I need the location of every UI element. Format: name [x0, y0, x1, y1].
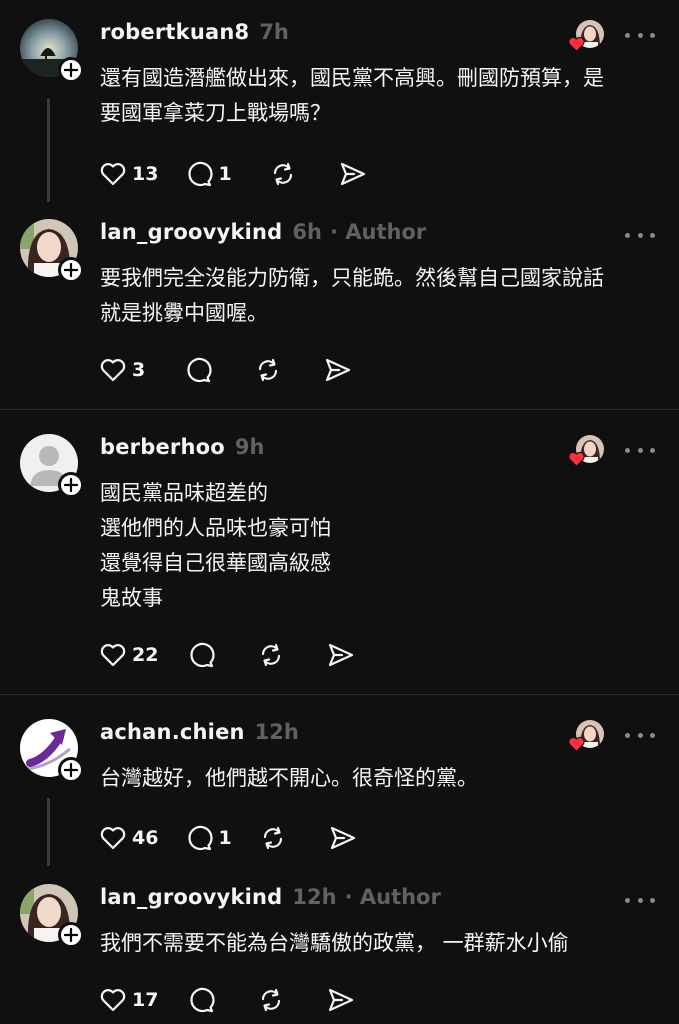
action-bar: 22 — [98, 639, 382, 671]
post-text: 要我們完全沒能力防衛，只能跪。然後幫自己國家說話 就是挑釁中國喔。 — [100, 266, 604, 325]
avatar[interactable] — [20, 19, 84, 83]
post-text: 我們不需要不能為台灣驕傲的政黨， 一群薪水小偷 — [100, 931, 569, 955]
like-button[interactable]: 46 — [98, 822, 158, 854]
repost-icon — [262, 988, 281, 1012]
timestamp: 12h — [292, 885, 337, 909]
repost-icon — [273, 162, 292, 186]
share-button[interactable] — [328, 822, 358, 854]
share-button[interactable] — [338, 158, 368, 190]
post-text: 國民黨品味超差的 選他們的人品味也豪可怕 還覺得自己很華國高級感 鬼故事 — [100, 481, 331, 610]
action-bar: 46 1 — [98, 822, 384, 854]
more-options-icon[interactable] — [625, 895, 655, 905]
action-bar: 17 — [98, 984, 382, 1016]
repost-button[interactable] — [258, 822, 288, 854]
username[interactable]: berberhoo — [100, 435, 225, 459]
like-count: 22 — [132, 644, 159, 666]
comment-icon — [188, 825, 214, 851]
heart-outline-icon — [100, 644, 126, 667]
avatar[interactable] — [20, 219, 84, 283]
like-count: 17 — [132, 989, 159, 1011]
reply-count: 1 — [218, 827, 232, 849]
avatar[interactable] — [20, 719, 84, 783]
action-bar: 13 1 — [98, 158, 394, 190]
repost-button[interactable] — [253, 354, 283, 386]
like-count: 46 — [132, 827, 159, 849]
like-count: 3 — [132, 359, 146, 381]
reply-count: 1 — [218, 163, 232, 185]
author-label: · Author — [329, 220, 427, 244]
send-icon — [329, 988, 354, 1012]
follow-plus-icon[interactable] — [58, 257, 84, 283]
like-button[interactable]: 22 — [98, 639, 158, 671]
repost-icon — [262, 643, 281, 667]
heart-outline-icon — [100, 827, 126, 850]
thread-connector — [47, 798, 50, 866]
divider — [0, 409, 679, 410]
follow-plus-icon[interactable] — [58, 57, 84, 83]
more-options-icon[interactable] — [625, 730, 655, 740]
comment-icon — [190, 642, 216, 668]
repost-button[interactable] — [256, 639, 286, 671]
comment-icon — [188, 161, 214, 187]
author-label: · Author — [344, 885, 441, 909]
heart-outline-icon — [100, 359, 126, 382]
liked-by-author-badge — [568, 720, 604, 752]
timestamp: 12h — [254, 720, 299, 744]
repost-icon — [259, 358, 278, 382]
heart-outline-icon — [100, 163, 126, 186]
thread-connector — [47, 98, 50, 202]
like-count: 13 — [132, 163, 159, 185]
heart-outline-icon — [100, 989, 126, 1012]
repost-button[interactable] — [268, 158, 298, 190]
send-icon — [340, 162, 365, 186]
share-button[interactable] — [326, 639, 356, 671]
like-button[interactable]: 3 — [98, 354, 145, 386]
heart-icon — [568, 451, 585, 467]
username[interactable]: achan.chien — [100, 720, 245, 744]
more-options-icon[interactable] — [625, 230, 655, 240]
send-icon — [326, 358, 351, 382]
replies-feed: robertkuan8 7h 還有國造潛艦做出來，國民黨不高興。刪國防預算，是 … — [0, 0, 679, 1024]
like-button[interactable]: 13 — [98, 158, 158, 190]
comment-icon — [187, 357, 212, 383]
reply-button[interactable] — [186, 639, 216, 671]
send-icon — [330, 826, 355, 850]
liked-by-author-badge — [568, 20, 604, 52]
follow-plus-icon[interactable] — [58, 922, 84, 948]
send-icon — [329, 643, 354, 667]
heart-icon — [568, 736, 585, 752]
follow-plus-icon[interactable] — [58, 472, 84, 498]
comment-icon — [190, 987, 216, 1013]
reply-button[interactable] — [186, 984, 216, 1016]
liked-by-author-badge — [568, 435, 604, 467]
follow-plus-icon[interactable] — [58, 757, 84, 783]
divider — [0, 694, 679, 695]
username[interactable]: lan_groovykind — [100, 220, 282, 244]
repost-button[interactable] — [256, 984, 286, 1016]
avatar[interactable] — [20, 434, 84, 498]
share-button[interactable] — [326, 984, 356, 1016]
repost-icon — [263, 826, 282, 850]
more-options-icon[interactable] — [625, 30, 655, 40]
username[interactable]: lan_groovykind — [100, 885, 282, 909]
timestamp: 6h — [292, 220, 322, 244]
heart-icon — [568, 36, 585, 52]
reply-button[interactable]: 1 — [184, 158, 232, 190]
action-bar: 3 — [98, 354, 379, 386]
reply-button[interactable]: 1 — [184, 822, 232, 854]
timestamp: 7h — [259, 20, 289, 44]
share-button[interactable] — [323, 354, 353, 386]
like-button[interactable]: 17 — [98, 984, 158, 1016]
more-options-icon[interactable] — [625, 445, 655, 455]
reply-button[interactable] — [183, 354, 213, 386]
username[interactable]: robertkuan8 — [100, 20, 249, 44]
post-text: 還有國造潛艦做出來，國民黨不高興。刪國防預算，是 要國軍拿菜刀上戰場嗎？ — [100, 66, 604, 125]
timestamp: 9h — [234, 435, 265, 459]
avatar[interactable] — [20, 884, 84, 948]
post-text: 台灣越好，他們越不開心。很奇怪的黨。 — [100, 766, 478, 790]
